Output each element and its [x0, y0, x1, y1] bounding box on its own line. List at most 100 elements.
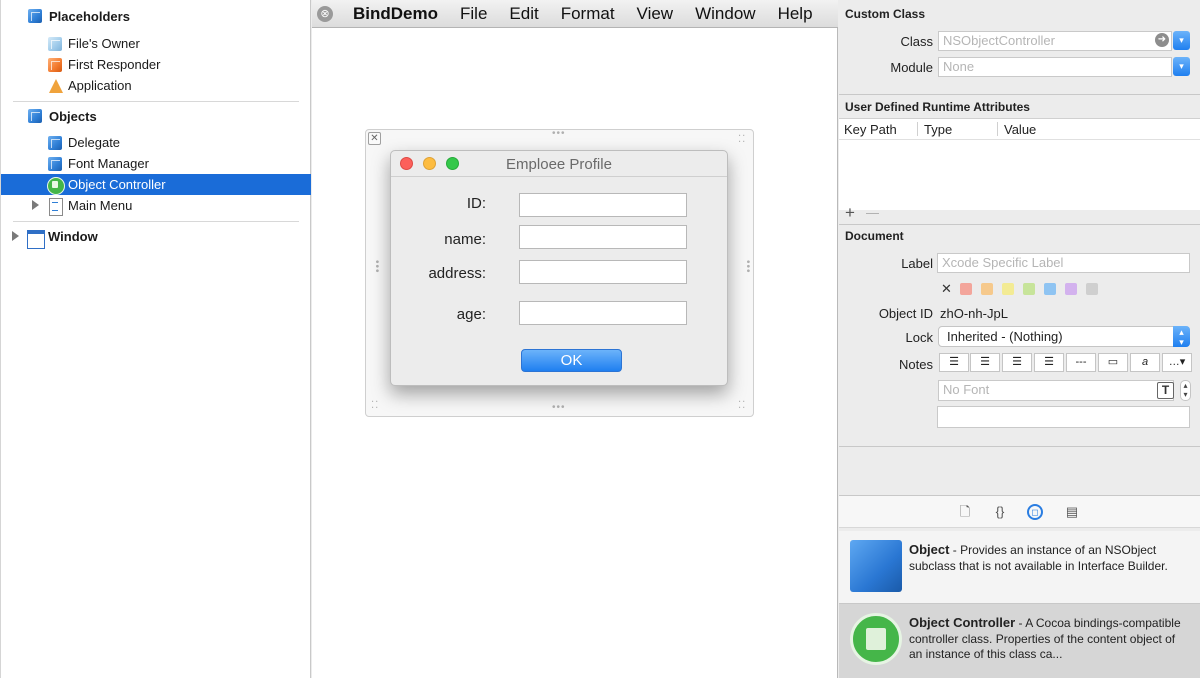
add-attribute-button[interactable]: + — [845, 203, 855, 223]
id-field[interactable] — [519, 193, 687, 217]
library-item-object-controller[interactable]: Object Controller - A Cocoa bindings-com… — [839, 604, 1200, 678]
label-color-yellow[interactable] — [1002, 283, 1014, 295]
align-justify-icon[interactable]: ☰ — [1034, 353, 1064, 372]
column-key-path[interactable]: Key Path — [844, 122, 897, 137]
label-color-gray[interactable] — [1086, 283, 1098, 295]
ok-button[interactable]: OK — [521, 349, 622, 372]
menu-format[interactable]: Format — [561, 4, 615, 24]
outline-item-label: Main Menu — [68, 198, 133, 213]
object-library-icon[interactable]: ◻ — [1027, 504, 1043, 520]
class-field[interactable]: NSObjectController — [938, 31, 1172, 51]
library-item-name: Object — [909, 542, 950, 557]
placeholders-header[interactable]: Placeholders — [27, 8, 130, 24]
outline-item-application[interactable]: Application — [1, 75, 311, 96]
outline-item-label: Delegate — [68, 135, 121, 150]
disclosure-triangle-icon[interactable] — [12, 231, 19, 241]
font-picker-icon[interactable]: T — [1157, 382, 1174, 399]
custom-class-header: Custom Class — [845, 7, 926, 21]
doc-label-label: Label — [901, 256, 933, 271]
outline-item-label: Font Manager — [68, 156, 149, 171]
cube-icon — [47, 135, 63, 151]
text-style-icon[interactable]: a — [1130, 353, 1160, 372]
menu-edit[interactable]: Edit — [509, 4, 538, 24]
address-field[interactable] — [519, 260, 687, 284]
notes-field[interactable] — [937, 406, 1190, 428]
name-field[interactable] — [519, 225, 687, 249]
doc-label-field[interactable]: Xcode Specific Label — [937, 253, 1190, 273]
resize-handle-left[interactable]: ••• — [371, 260, 382, 274]
resize-handle-bottom-left[interactable]: ⁚⁚ — [371, 400, 379, 411]
label-color-purple[interactable] — [1065, 283, 1077, 295]
align-right-icon[interactable]: ☰ — [1002, 353, 1032, 372]
menu-help[interactable]: Help — [778, 4, 813, 24]
menu-window[interactable]: Window — [695, 4, 755, 24]
module-field[interactable]: None — [938, 57, 1172, 77]
disclosure-triangle-icon[interactable] — [32, 200, 39, 210]
address-label: address: — [428, 265, 486, 282]
code-snippet-icon[interactable]: {} — [992, 504, 1008, 520]
outline-item-first-responder[interactable]: First Responder — [1, 54, 311, 75]
object-controller-icon — [47, 176, 65, 195]
close-menu-icon[interactable]: ⊗ — [317, 5, 333, 22]
application-icon — [47, 78, 63, 94]
label-color-green[interactable] — [1023, 283, 1035, 295]
resize-handle-top[interactable]: ••• — [552, 128, 566, 139]
library-item-object[interactable]: Object - Provides an instance of an NSOb… — [839, 531, 1200, 605]
name-label: name: — [444, 231, 486, 248]
notes-label: Notes — [899, 357, 933, 372]
outline-item-files-owner[interactable]: File's Owner — [1, 33, 311, 54]
outline-item-main-menu[interactable]: Main Menu — [1, 195, 311, 216]
column-value[interactable]: Value — [1004, 122, 1036, 137]
resize-handle-top-right[interactable]: ⁚⁚ — [738, 134, 746, 145]
lock-label: Lock — [905, 330, 933, 345]
age-field[interactable] — [519, 301, 687, 325]
object-cube-icon — [850, 540, 902, 592]
window-titlebar[interactable]: Emploee Profile — [391, 151, 727, 177]
no-color-icon[interactable]: ▭ — [1098, 353, 1128, 372]
font-size-stepper[interactable]: ▴ ▾ — [1180, 380, 1191, 401]
module-label: Module — [890, 60, 933, 75]
outline-item-label: Object Controller — [68, 177, 166, 192]
align-left-icon[interactable]: ☰ — [939, 353, 969, 372]
objects-header[interactable]: Objects — [27, 108, 97, 124]
media-library-icon[interactable]: ▤ — [1064, 504, 1080, 520]
menu-icon — [47, 197, 63, 216]
document-outline: Placeholders File's Owner First Responde… — [0, 0, 311, 678]
font-field[interactable]: No Font — [938, 380, 1174, 401]
label-color-orange[interactable] — [981, 283, 993, 295]
column-type[interactable]: Type — [924, 122, 952, 137]
employee-profile-window[interactable]: Emploee Profile ID: name: address: age: … — [390, 150, 728, 386]
more-options-icon[interactable]: …▾ — [1162, 353, 1192, 372]
menu-view[interactable]: View — [637, 4, 674, 24]
outline-item-font-manager[interactable]: Font Manager — [1, 153, 311, 174]
dash-icon[interactable]: --- — [1066, 353, 1096, 372]
label-color-blue[interactable] — [1044, 283, 1056, 295]
outline-item-object-controller[interactable]: Object Controller — [1, 174, 311, 195]
design-canvas[interactable]: ⊗ BindDemo File Edit Format View Window … — [312, 0, 838, 678]
clear-label-color-button[interactable]: ✕ — [941, 281, 952, 297]
runtime-attributes-table[interactable]: Key Path Type Value — [839, 118, 1200, 210]
resize-handle-bottom-right[interactable]: ⁚⁚ — [738, 400, 746, 411]
identity-inspector: Custom Class Class NSObjectController ➜ … — [839, 0, 1200, 678]
lock-popup[interactable]: Inherited - (Nothing) ▴ ▾ — [938, 326, 1190, 347]
align-center-icon[interactable]: ☰ — [970, 353, 1000, 372]
label-color-red[interactable] — [960, 283, 972, 295]
outline-item-delegate[interactable]: Delegate — [1, 132, 311, 153]
module-dropdown-button[interactable]: ▾ — [1173, 57, 1190, 76]
menu-app-name[interactable]: BindDemo — [353, 4, 438, 24]
class-label: Class — [900, 34, 933, 49]
age-label: age: — [456, 306, 486, 323]
resize-handle-right[interactable]: ••• — [742, 260, 753, 274]
file-template-icon[interactable]: 🗋 — [957, 504, 973, 520]
menu-file[interactable]: File — [460, 4, 487, 24]
library-tab-bar: 🗋 {} ◻ ▤ — [839, 495, 1200, 528]
resize-handle-bottom[interactable]: ••• — [552, 402, 566, 413]
object-id-value: zhO-nh-JpL — [940, 306, 1008, 321]
chevron-updown-icon: ▴ ▾ — [1173, 326, 1190, 347]
close-frame-icon[interactable]: ✕ — [368, 132, 381, 145]
outline-item-window[interactable]: Window — [1, 226, 311, 249]
library-item-text: Object - Provides an instance of an NSOb… — [909, 542, 1189, 574]
remove-attribute-button[interactable]: — — [866, 205, 879, 220]
go-to-class-icon[interactable]: ➜ — [1155, 33, 1169, 47]
class-dropdown-button[interactable]: ▾ — [1173, 31, 1190, 50]
